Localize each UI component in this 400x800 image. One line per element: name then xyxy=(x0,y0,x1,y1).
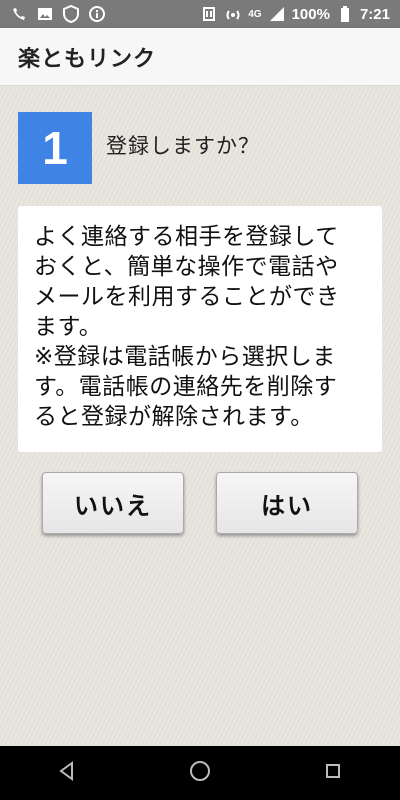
home-button[interactable] xyxy=(182,755,218,791)
hotspot-icon xyxy=(224,5,242,23)
back-button[interactable] xyxy=(49,755,85,791)
step-question: 登録しますか？ xyxy=(106,134,260,158)
message-line: おくと、簡単な操作で電話や xyxy=(34,254,339,280)
message-line: ※登録は電話帳から選択しま xyxy=(34,344,336,370)
no-button[interactable]: いいえ xyxy=(42,472,184,534)
message-line: ると登録が解除されます。 xyxy=(34,404,314,430)
home-icon xyxy=(189,760,211,786)
signal-icon xyxy=(268,5,286,23)
image-icon xyxy=(36,5,54,23)
message-line: ます。 xyxy=(34,314,103,340)
message-line: す。電話帳の連絡先を削除す xyxy=(34,374,338,400)
status-bar: 4G 100% 7:21 xyxy=(0,0,400,28)
app-bar: 楽ともリンク xyxy=(0,28,400,86)
message-box: よく連絡する相手を登録して おくと、簡単な操作で電話や メールを利用することがで… xyxy=(18,206,382,452)
status-bar-left xyxy=(10,5,106,23)
status-time: 7:21 xyxy=(359,5,390,23)
nfc-icon xyxy=(200,5,218,23)
info-icon xyxy=(88,5,106,23)
battery-percent: 100% xyxy=(291,5,330,23)
message-line: メールを利用することができ xyxy=(34,284,340,310)
status-bar-right: 4G 100% 7:21 xyxy=(200,5,390,23)
network-type: 4G xyxy=(248,8,262,20)
main-content: 1 登録しますか？ よく連絡する相手を登録して おくと、簡単な操作で電話や メー… xyxy=(0,86,400,746)
navigation-bar xyxy=(0,746,400,800)
yes-button[interactable]: はい xyxy=(216,472,358,534)
app-title: 楽ともリンク xyxy=(18,46,157,72)
battery-icon xyxy=(336,5,354,23)
shield-icon xyxy=(62,5,80,23)
recents-button[interactable] xyxy=(315,755,351,791)
message-line: よく連絡する相手を登録して xyxy=(34,224,339,250)
recents-icon xyxy=(322,760,344,786)
step-number-badge: 1 xyxy=(18,112,92,184)
wifi-calling-icon xyxy=(10,5,28,23)
back-icon xyxy=(56,760,78,786)
